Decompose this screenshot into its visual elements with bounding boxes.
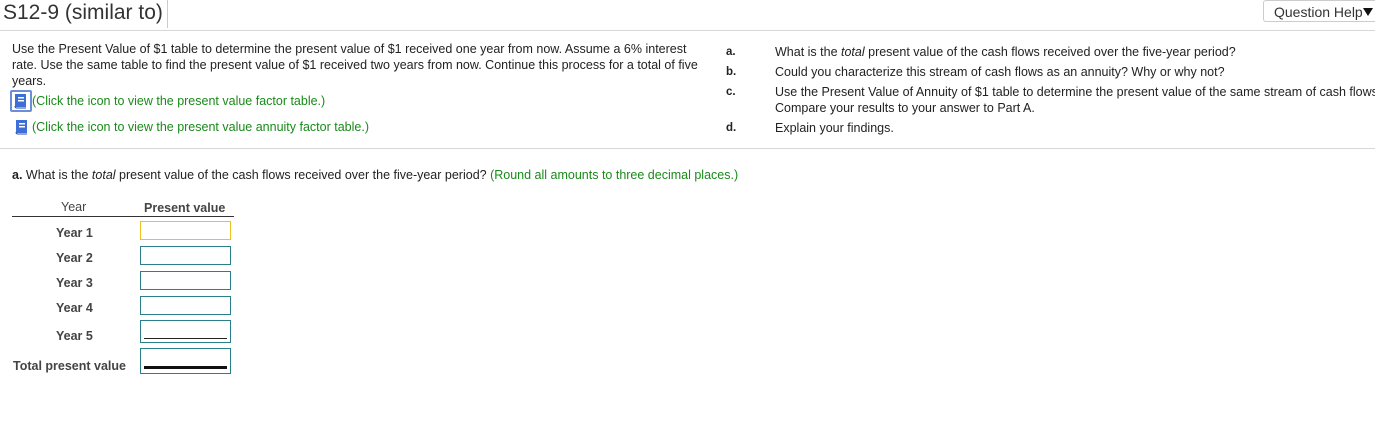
row-label-year-4: Year 4	[56, 301, 93, 315]
book-icon[interactable]	[10, 118, 32, 136]
row-label-year-1: Year 1	[56, 226, 93, 240]
title-bar: S12-9 (similar to) Question Help	[0, 0, 1375, 31]
row-label-year-3: Year 3	[56, 276, 93, 290]
part-text: What is the	[775, 45, 841, 59]
part-text: Could you characterize this stream of ca…	[775, 65, 1225, 79]
year-3-present-value-input[interactable]	[140, 271, 231, 290]
question-text: What is the	[22, 168, 92, 182]
question-help-button[interactable]: Question Help	[1263, 0, 1375, 22]
pv-annuity-table-link[interactable]: (Click the icon to view the present valu…	[10, 118, 369, 136]
page-title: S12-9 (similar to)	[3, 0, 168, 28]
pv-annuity-table-link-text[interactable]: (Click the icon to view the present valu…	[32, 120, 369, 134]
intro-text: Use the Present Value of $1 table to det…	[12, 42, 698, 88]
part-text: present value of the cash flows received…	[864, 45, 1236, 59]
year-5-present-value-input[interactable]	[140, 320, 231, 343]
question-a: a. What is the total present value of th…	[12, 168, 738, 182]
year-4-present-value-input[interactable]	[140, 296, 231, 315]
column-header-year: Year	[61, 200, 87, 214]
part-text: Explain your findings.	[775, 121, 894, 135]
year-1-present-value-input[interactable]	[140, 221, 231, 240]
section-divider	[0, 148, 1375, 149]
caret-down-icon	[1363, 8, 1373, 16]
question-prefix: a.	[12, 168, 23, 182]
column-header-present-value: Present value	[144, 201, 226, 215]
book-icon[interactable]	[10, 90, 32, 112]
part-label: d.	[726, 122, 737, 134]
question-text-emphasis: total	[91, 168, 116, 182]
row-label-total: Total present value	[13, 359, 126, 373]
question-text: present value of the cash flows received…	[115, 168, 491, 182]
rounding-instruction: (Round all amounts to three decimal plac…	[490, 168, 739, 182]
part-text-line2: Compare your results to your answer to P…	[775, 101, 1035, 115]
question-help-label: Question Help	[1274, 4, 1363, 20]
part-label: c.	[726, 86, 736, 98]
part-text: Use the Present Value of Annuity of $1 t…	[775, 85, 1375, 99]
part-text-emphasis: total	[841, 45, 865, 59]
table-header-rule	[12, 216, 234, 217]
pv-factor-table-link-text[interactable]: (Click the icon to view the present valu…	[32, 94, 325, 108]
pv-factor-table-link[interactable]: (Click the icon to view the present valu…	[10, 90, 325, 112]
total-present-value-input[interactable]	[140, 348, 231, 374]
part-label: b.	[726, 66, 737, 78]
row-label-year-5: Year 5	[56, 329, 93, 343]
year-2-present-value-input[interactable]	[140, 246, 231, 265]
row-label-year-2: Year 2	[56, 251, 93, 265]
part-label: a.	[726, 46, 736, 58]
